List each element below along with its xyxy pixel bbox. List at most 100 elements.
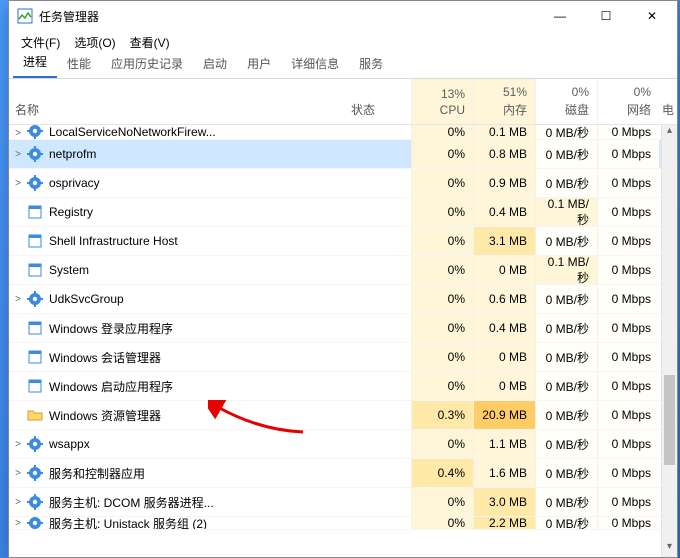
cell-memory: 0.8 MB [473, 140, 535, 168]
tab-性能[interactable]: 性能 [57, 50, 101, 78]
cell-memory: 0 MB [473, 256, 535, 284]
tab-进程[interactable]: 进程 [13, 48, 57, 78]
cell-network: 0 Mbps [597, 125, 659, 139]
cell-memory: 0.9 MB [473, 169, 535, 197]
gear-icon [27, 517, 43, 530]
maximize-button[interactable]: ☐ [583, 1, 629, 31]
tab-服务[interactable]: 服务 [349, 50, 393, 78]
process-name: netprofm [49, 147, 351, 161]
process-row[interactable]: >服务主机: DCOM 服务器进程...0%3.0 MB0 MB/秒0 Mbps [9, 488, 677, 517]
cell-cpu: 0% [411, 517, 473, 529]
cell-network: 0 Mbps [597, 169, 659, 197]
process-row[interactable]: >LocalServiceNoNetworkFirew...0%0.1 MB0 … [9, 125, 677, 140]
process-row[interactable]: >wsappx0%1.1 MB0 MB/秒0 Mbps [9, 430, 677, 459]
cell-disk: 0 MB/秒 [535, 227, 597, 255]
process-name: 服务主机: DCOM 服务器进程... [49, 494, 351, 511]
col-header-disk[interactable]: 0% 磁盘 [535, 79, 597, 124]
process-row[interactable]: >UdkSvcGroup0%0.6 MB0 MB/秒0 Mbps [9, 285, 677, 314]
close-button[interactable]: ✕ [629, 1, 675, 31]
process-list[interactable]: >LocalServiceNoNetworkFirew...0%0.1 MB0 … [9, 125, 677, 557]
expand-toggle[interactable]: > [9, 518, 27, 529]
tab-详细信息[interactable]: 详细信息 [281, 50, 349, 78]
gear-icon [27, 465, 43, 481]
process-row[interactable]: Registry0%0.4 MB0.1 MB/秒0 Mbps [9, 198, 677, 227]
expand-toggle[interactable]: > [9, 439, 27, 450]
cell-disk: 0.1 MB/秒 [535, 256, 597, 284]
cell-cpu: 0% [411, 256, 473, 284]
box-icon [27, 204, 43, 220]
cell-network: 0 Mbps [597, 372, 659, 400]
process-row[interactable]: System0%0 MB0.1 MB/秒0 Mbps [9, 256, 677, 285]
expand-toggle[interactable]: > [9, 128, 27, 139]
cell-memory: 1.6 MB [473, 459, 535, 487]
col-header-network[interactable]: 0% 网络 [597, 79, 659, 124]
process-row[interactable]: Windows 启动应用程序0%0 MB0 MB/秒0 Mbps [9, 372, 677, 401]
scroll-up-button[interactable]: ▴ [662, 125, 677, 141]
expand-toggle[interactable]: > [9, 497, 27, 508]
col-header-cpu[interactable]: 13% CPU [411, 79, 473, 124]
box-icon [27, 262, 43, 278]
process-name: UdkSvcGroup [49, 292, 351, 306]
col-header-name[interactable]: 名称 [9, 79, 351, 124]
column-headers: 名称 ⌃ 状态 13% CPU 51% 内存 0% 磁盘 0% 网络 电 [9, 79, 677, 125]
process-name: Windows 会话管理器 [49, 349, 351, 366]
cell-memory: 2.2 MB [473, 517, 535, 529]
scroll-down-button[interactable]: ▾ [662, 541, 677, 557]
cell-cpu: 0.3% [411, 401, 473, 429]
tab-应用历史记录[interactable]: 应用历史记录 [101, 50, 193, 78]
cell-disk: 0 MB/秒 [535, 169, 597, 197]
cell-network: 0 Mbps [597, 517, 659, 529]
col-header-net-pct: 0% [634, 85, 651, 99]
app-icon [17, 8, 33, 24]
cell-disk: 0 MB/秒 [535, 314, 597, 342]
col-header-mem-pct: 51% [503, 85, 527, 99]
vertical-scrollbar[interactable]: ▴ ▾ [661, 125, 677, 557]
cell-disk: 0 MB/秒 [535, 372, 597, 400]
expand-toggle[interactable]: > [9, 468, 27, 479]
cell-cpu: 0% [411, 125, 473, 139]
window-title: 任务管理器 [39, 8, 537, 25]
cell-disk: 0 MB/秒 [535, 517, 597, 529]
cell-memory: 0.4 MB [473, 314, 535, 342]
tab-用户[interactable]: 用户 [237, 50, 281, 78]
expand-toggle[interactable]: > [9, 149, 27, 160]
col-header-power[interactable]: 电 [659, 79, 677, 124]
cell-memory: 0.6 MB [473, 285, 535, 313]
cell-network: 0 Mbps [597, 459, 659, 487]
titlebar[interactable]: 任务管理器 — ☐ ✕ [9, 1, 677, 31]
col-header-cpu-label: CPU [440, 103, 465, 117]
cell-memory: 1.1 MB [473, 430, 535, 458]
process-name: Windows 资源管理器 [49, 407, 351, 424]
cell-disk: 0.1 MB/秒 [535, 198, 597, 226]
process-row[interactable]: >服务主机: Unistack 服务组 (2)0%2.2 MB0 MB/秒0 M… [9, 517, 677, 530]
gear-icon [27, 494, 43, 510]
col-header-status[interactable]: 状态 [351, 79, 411, 124]
gear-icon [27, 146, 43, 162]
process-name: System [49, 263, 351, 277]
cell-memory: 0 MB [473, 372, 535, 400]
scroll-thumb[interactable] [664, 375, 675, 465]
box-icon [27, 320, 43, 336]
expand-toggle[interactable]: > [9, 294, 27, 305]
process-row[interactable]: >netprofm0%0.8 MB0 MB/秒0 Mbps [9, 140, 677, 169]
col-header-memory[interactable]: 51% 内存 [473, 79, 535, 124]
folder-icon [27, 407, 43, 423]
expand-toggle[interactable]: > [9, 178, 27, 189]
process-row[interactable]: Windows 资源管理器0.3%20.9 MB0 MB/秒0 Mbps [9, 401, 677, 430]
cell-network: 0 Mbps [597, 285, 659, 313]
process-row[interactable]: Shell Infrastructure Host0%3.1 MB0 MB/秒0… [9, 227, 677, 256]
gear-icon [27, 291, 43, 307]
process-name: Windows 登录应用程序 [49, 320, 351, 337]
cell-disk: 0 MB/秒 [535, 488, 597, 516]
process-row[interactable]: Windows 登录应用程序0%0.4 MB0 MB/秒0 Mbps [9, 314, 677, 343]
process-row[interactable]: >服务和控制器应用0.4%1.6 MB0 MB/秒0 Mbps [9, 459, 677, 488]
tab-启动[interactable]: 启动 [193, 50, 237, 78]
cell-disk: 0 MB/秒 [535, 430, 597, 458]
process-row[interactable]: >osprivacy0%0.9 MB0 MB/秒0 Mbps [9, 169, 677, 198]
process-row[interactable]: Windows 会话管理器0%0 MB0 MB/秒0 Mbps [9, 343, 677, 372]
box-icon [27, 233, 43, 249]
col-header-status-label: 状态 [351, 101, 375, 118]
cell-cpu: 0% [411, 314, 473, 342]
minimize-button[interactable]: — [537, 1, 583, 31]
cell-network: 0 Mbps [597, 227, 659, 255]
